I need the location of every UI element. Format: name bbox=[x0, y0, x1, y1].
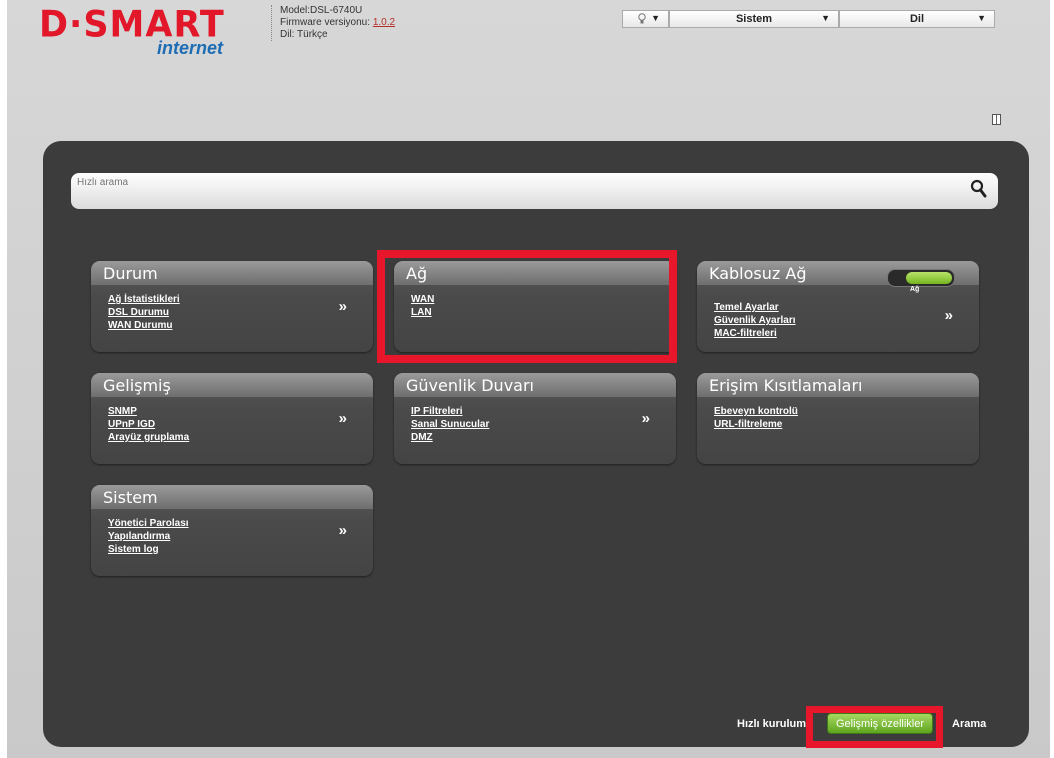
card-erisim-kisitlamalari: Erişim Kısıtlamaları Ebeveyn kontrolü UR… bbox=[697, 373, 979, 464]
link-dmz[interactable]: DMZ bbox=[411, 431, 676, 444]
link-guvenlik-ayarlari[interactable]: Güvenlik Ayarları bbox=[714, 314, 979, 327]
chevron-down-icon: ▼ bbox=[651, 13, 660, 23]
card-links: Yönetici Parolası Yapılandırma Sistem lo… bbox=[91, 509, 373, 556]
quick-setup-link[interactable]: Hızlı kurulum bbox=[737, 718, 806, 730]
notifications-dropdown[interactable]: ▼ bbox=[622, 10, 669, 28]
top-menu: ▼ Sistem ▼ Dil ▼ bbox=[622, 10, 995, 28]
language-dropdown[interactable]: Dil ▼ bbox=[839, 10, 995, 28]
lightbulb-icon bbox=[638, 13, 646, 24]
dsmart-logo: D·SMART internet bbox=[39, 7, 254, 60]
card-ag: Ağ WAN LAN bbox=[394, 261, 676, 352]
link-upnp-igd[interactable]: UPnP IGD bbox=[108, 418, 373, 431]
card-links: SNMP UPnP IGD Arayüz gruplama bbox=[91, 397, 373, 444]
more-arrow-icon[interactable]: » bbox=[945, 307, 953, 324]
card-links: IP Filtreleri Sanal Sunucular DMZ bbox=[394, 397, 676, 444]
more-arrow-icon[interactable]: » bbox=[339, 522, 347, 539]
page-background: D·SMART internet Model:DSL-6740U Firmwar… bbox=[7, 0, 1050, 758]
main-panel: Durum Ağ İstatistikleri DSL Durumu WAN D… bbox=[43, 141, 1029, 747]
link-yonetici-parolasi[interactable]: Yönetici Parolası bbox=[108, 517, 373, 530]
card-gelismis: Gelişmiş SNMP UPnP IGD Arayüz gruplama » bbox=[91, 373, 373, 464]
link-ebeveyn-kontrolu[interactable]: Ebeveyn kontrolü bbox=[714, 405, 979, 418]
advanced-features-button[interactable]: Gelişmiş özellikler bbox=[827, 713, 933, 734]
card-guvenlik-duvari: Güvenlik Duvarı IP Filtreleri Sanal Sunu… bbox=[394, 373, 676, 464]
card-kablosuz-ag: Kablosuz Ağ Ağ Temel Ayarlar Güvenlik Ay… bbox=[697, 261, 979, 352]
link-lan[interactable]: LAN bbox=[411, 306, 676, 319]
search-bar bbox=[71, 173, 998, 209]
card-title: Güvenlik Duvarı bbox=[394, 373, 676, 397]
card-links: Ebeveyn kontrolü URL-filtreleme bbox=[697, 397, 979, 431]
more-arrow-icon[interactable]: » bbox=[339, 410, 347, 427]
link-yapilandirma[interactable]: Yapılandırma bbox=[108, 530, 373, 543]
flag-icon bbox=[992, 114, 1001, 125]
link-temel-ayarlar[interactable]: Temel Ayarlar bbox=[714, 301, 979, 314]
toggle-label: Ağ bbox=[910, 286, 920, 293]
toggle-on-fill bbox=[906, 272, 952, 284]
link-snmp[interactable]: SNMP bbox=[108, 405, 373, 418]
firmware-line: Firmware versiyonu: 1.0.2 bbox=[280, 17, 395, 29]
link-sanal-sunucular[interactable]: Sanal Sunucular bbox=[411, 418, 676, 431]
chevron-down-icon: ▼ bbox=[821, 13, 830, 23]
card-links: Temel Ayarlar Güvenlik Ayarları MAC-filt… bbox=[697, 285, 979, 340]
sistem-dropdown[interactable]: Sistem ▼ bbox=[669, 10, 839, 28]
model-label: Model:DSL-6740U bbox=[280, 5, 363, 16]
link-url-filtreleme[interactable]: URL-filtreleme bbox=[714, 418, 979, 431]
search-icon[interactable] bbox=[970, 179, 988, 199]
more-arrow-icon[interactable]: » bbox=[642, 410, 650, 427]
link-wan[interactable]: WAN bbox=[411, 293, 676, 306]
card-title: Erişim Kısıtlamaları bbox=[697, 373, 979, 397]
device-info: Model:DSL-6740U Firmware versiyonu: 1.0.… bbox=[271, 5, 395, 41]
sistem-dropdown-label: Sistem bbox=[735, 13, 773, 25]
search-input[interactable] bbox=[77, 177, 927, 188]
chevron-down-icon: ▼ bbox=[977, 13, 986, 23]
card-title: Ağ bbox=[394, 261, 676, 285]
card-title: Gelişmiş bbox=[91, 373, 373, 397]
card-title: Sistem bbox=[91, 485, 373, 509]
card-sistem: Sistem Yönetici Parolası Yapılandırma Si… bbox=[91, 485, 373, 576]
link-arayuz-gruplama[interactable]: Arayüz gruplama bbox=[108, 431, 373, 444]
firmware-label: Firmware versiyonu: bbox=[280, 17, 373, 28]
language-label: Dil: Türkçe bbox=[280, 29, 328, 40]
link-ag-istatistikleri[interactable]: Ağ İstatistikleri bbox=[108, 293, 373, 306]
link-ip-filtreleri[interactable]: IP Filtreleri bbox=[411, 405, 676, 418]
card-title: Durum bbox=[91, 261, 373, 285]
link-mac-filtreleri[interactable]: MAC-filtreleri bbox=[714, 327, 979, 340]
link-dsl-durumu[interactable]: DSL Durumu bbox=[108, 306, 373, 319]
search-link[interactable]: Arama bbox=[952, 718, 986, 730]
logo-sub-text: internet bbox=[157, 38, 224, 58]
wireless-toggle[interactable] bbox=[887, 269, 955, 287]
card-links: WAN LAN bbox=[394, 285, 676, 319]
firmware-version-link[interactable]: 1.0.2 bbox=[373, 17, 395, 28]
card-links: Ağ İstatistikleri DSL Durumu WAN Durumu bbox=[91, 285, 373, 332]
link-sistem-log[interactable]: Sistem log bbox=[108, 543, 373, 556]
link-wan-durumu[interactable]: WAN Durumu bbox=[108, 319, 373, 332]
card-durum: Durum Ağ İstatistikleri DSL Durumu WAN D… bbox=[91, 261, 373, 352]
more-arrow-icon[interactable]: » bbox=[339, 298, 347, 315]
language-dropdown-label: Dil bbox=[909, 13, 925, 25]
